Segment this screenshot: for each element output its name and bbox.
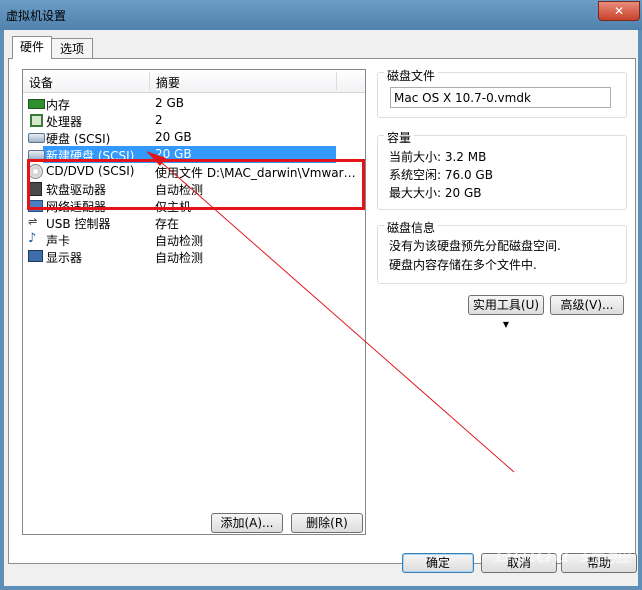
tab-hardware-label: 硬件 — [19, 40, 44, 54]
watermark: Baidu 经验 — [494, 539, 631, 569]
annotation-arrow — [146, 151, 515, 473]
tab-hardware[interactable]: 硬件 — [12, 36, 52, 59]
